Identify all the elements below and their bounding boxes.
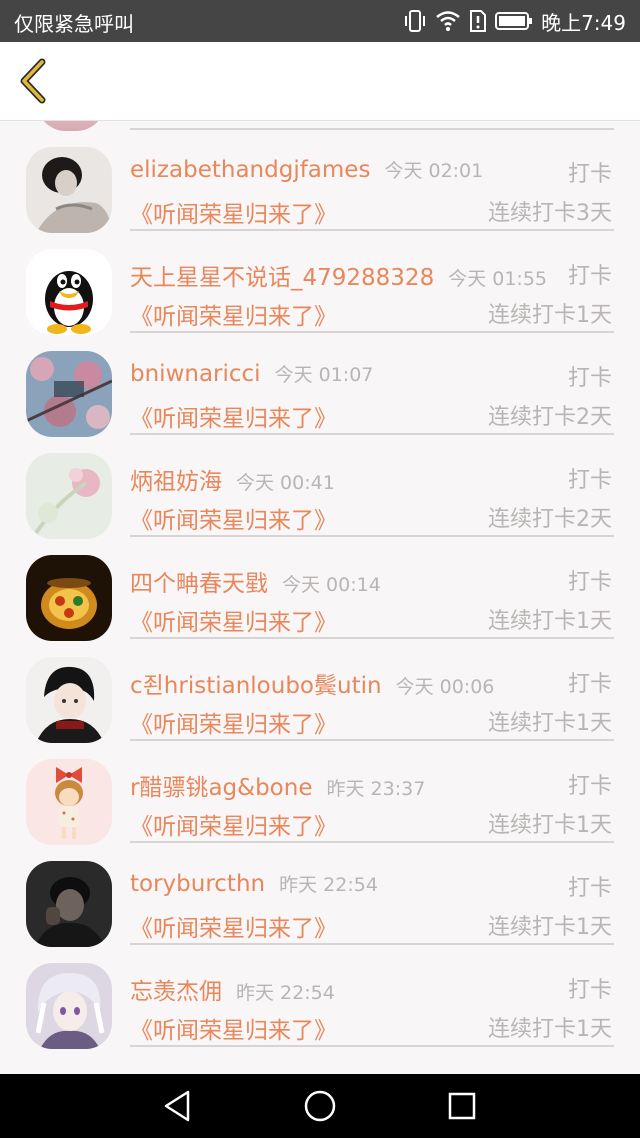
checkin-label: 打卡: [567, 162, 612, 187]
status-icons: 晚上7:49: [403, 8, 626, 35]
list-item[interactable]: 炳祖妨海 今天 00:41 打卡 《听闻荣星归来了》 连续打卡2天: [0, 427, 640, 539]
checkin-time: 昨天 22:54: [236, 982, 335, 1004]
user-name[interactable]: c죈hristianloubo鬓utin 今天 00:06: [130, 666, 494, 700]
book-title[interactable]: 《听闻荣星归来了》: [130, 1011, 337, 1045]
user-name[interactable]: 天上星星不说话_479288328 今天 01:55: [130, 258, 547, 292]
checkin-time: 昨天 23:37: [326, 778, 426, 800]
avatar[interactable]: [26, 657, 112, 743]
nav-home-button[interactable]: [300, 1088, 340, 1124]
checkin-time: 今天 00:06: [395, 676, 495, 698]
nav-recents-button[interactable]: [442, 1088, 482, 1124]
checkin-label: 打卡: [567, 468, 612, 493]
back-button[interactable]: [14, 56, 54, 106]
list-item[interactable]: elizabethandgjfames 今天 02:01 打卡 《听闻荣星归来了》…: [0, 121, 640, 233]
battery-icon: [495, 11, 533, 31]
sim-alert-icon: [469, 9, 487, 33]
checkin-label: 打卡: [567, 774, 612, 799]
recents-square-icon: [448, 1092, 476, 1120]
back-triangle-icon: [164, 1090, 190, 1122]
checkin-time: 今天 00:14: [282, 574, 381, 596]
checkin-label: 打卡: [567, 264, 612, 289]
checkin-list[interactable]: elizabethandgjfames 今天 02:01 打卡 《听闻荣星归来了》…: [0, 121, 640, 1074]
user-name[interactable]: bniwnaricci 今天 01:07: [130, 360, 373, 387]
avatar[interactable]: [26, 555, 112, 641]
list-item[interactable]: 忘羡杰佣 昨天 22:54 打卡 《听闻荣星归来了》 连续打卡1天: [0, 937, 640, 1049]
checkin-label: 打卡: [567, 366, 612, 391]
vibrate-icon: [403, 8, 427, 34]
nav-back-button[interactable]: [158, 1088, 198, 1124]
checkin-time: 昨天 22:54: [279, 874, 378, 896]
wifi-icon: [435, 10, 461, 32]
avatar[interactable]: [26, 453, 112, 539]
checkin-label: 打卡: [567, 570, 612, 595]
user-name[interactable]: elizabethandgjfames 今天 02:01: [130, 156, 483, 183]
user-name[interactable]: toryburcthn 昨天 22:54: [130, 870, 378, 897]
list-item[interactable]: 四个畘春天戥 今天 00:14 打卡 《听闻荣星归来了》 连续打卡1天: [0, 529, 640, 641]
list-item[interactable]: 天上星星不说话_479288328 今天 01:55 打卡 《听闻荣星归来了》 连…: [0, 223, 640, 335]
list-item[interactable]: c죈hristianloubo鬓utin 今天 00:06 打卡 《听闻荣星归来了…: [0, 631, 640, 743]
home-circle-icon: [304, 1090, 336, 1122]
checkin-label: 打卡: [567, 876, 612, 901]
streak-text: 连续打卡1天: [488, 1017, 612, 1042]
list-item[interactable]: toryburcthn 昨天 22:54 打卡 《听闻荣星归来了》 连续打卡1天: [0, 835, 640, 947]
user-name[interactable]: r醋骠铫ag&bone 昨天 23:37: [130, 768, 425, 802]
user-name[interactable]: 四个畘春天戥 今天 00:14: [130, 564, 381, 598]
status-bar: 仅限紧急呼叫 晚上7:49: [0, 0, 640, 42]
chevron-left-icon: [20, 58, 46, 104]
user-name[interactable]: 忘羡杰佣 昨天 22:54: [130, 972, 335, 1006]
user-name[interactable]: 炳祖妨海 今天 00:41: [130, 462, 335, 496]
divider: [130, 1045, 614, 1047]
list-item[interactable]: bniwnaricci 今天 01:07 打卡 《听闻荣星归来了》 连续打卡2天: [0, 325, 640, 437]
top-app-bar: [0, 42, 640, 121]
avatar[interactable]: [26, 963, 112, 1049]
checkin-label: 打卡: [567, 672, 612, 697]
checkin-time: 今天 02:01: [384, 160, 484, 182]
avatar[interactable]: [26, 759, 112, 845]
checkin-time: 今天 00:41: [236, 472, 335, 494]
checkin-time: 今天 01:55: [448, 268, 547, 290]
clock-text: 晚上7:49: [541, 10, 626, 35]
checkin-label: 打卡: [567, 978, 612, 1003]
list-item[interactable]: r醋骠铫ag&bone 昨天 23:37 打卡 《听闻荣星归来了》 连续打卡1天: [0, 733, 640, 845]
avatar[interactable]: [26, 249, 112, 335]
avatar[interactable]: [26, 147, 112, 233]
avatar[interactable]: [26, 351, 112, 437]
carrier-text: 仅限紧急呼叫: [14, 12, 134, 36]
avatar[interactable]: [26, 861, 112, 947]
navigation-bar: [0, 1074, 640, 1138]
checkin-time: 今天 01:07: [274, 364, 374, 386]
